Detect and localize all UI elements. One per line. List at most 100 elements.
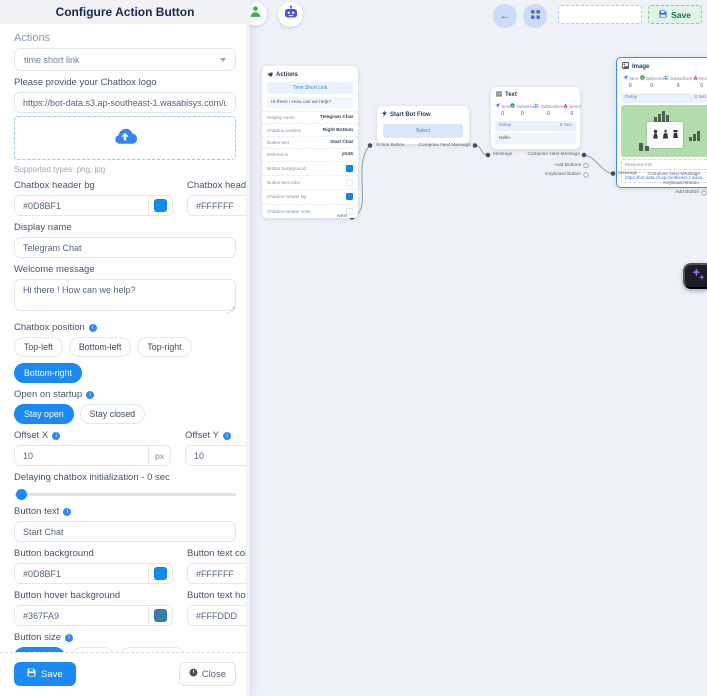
chatbox-position-label: Chatbox position bbox=[14, 322, 85, 334]
delay-slider[interactable] bbox=[14, 488, 236, 500]
button-bg-label: Button background bbox=[14, 548, 173, 560]
send-icon bbox=[623, 75, 628, 81]
startup-options: Stay open Stay closed bbox=[14, 404, 236, 424]
flow-title-input[interactable] bbox=[558, 5, 642, 24]
bot-button[interactable] bbox=[278, 2, 303, 27]
slider-thumb[interactable] bbox=[16, 489, 27, 500]
button-bg-swatch[interactable] bbox=[148, 564, 172, 583]
offset-y-group: px bbox=[185, 445, 250, 466]
position-option-bottom-right[interactable]: Bottom-right bbox=[14, 363, 82, 383]
offset-x-label: Offset X bbox=[14, 430, 48, 442]
grid-view-button[interactable] bbox=[523, 4, 547, 28]
flow-save-button[interactable]: Save bbox=[648, 5, 702, 24]
node-start-bot-flow[interactable]: Start Bot Flow Select bbox=[377, 106, 469, 144]
in-port-message: Message bbox=[618, 171, 637, 176]
ai-assistant-button[interactable] bbox=[683, 263, 707, 289]
grid-icon bbox=[531, 10, 540, 22]
button-bg-group bbox=[14, 563, 173, 584]
welcome-message-textarea[interactable]: Hi there ! How can we help? bbox=[14, 279, 236, 311]
connector-dot-text-compose[interactable] bbox=[582, 153, 587, 158]
header-bg-group bbox=[14, 195, 173, 216]
send-icon bbox=[495, 103, 500, 109]
logo-url-input[interactable] bbox=[14, 92, 236, 113]
connector-dot-keyboard-button[interactable] bbox=[584, 173, 588, 177]
connector-dot-image-add[interactable] bbox=[702, 191, 706, 195]
info-icon bbox=[89, 324, 97, 332]
out-port-keyboard: Keyboard Button bbox=[545, 172, 581, 177]
button-text-input[interactable] bbox=[14, 521, 236, 542]
button-size-label: Button size bbox=[14, 632, 61, 644]
select-flow-button[interactable]: Select bbox=[383, 124, 463, 138]
position-option-bottom-left[interactable]: Bottom-left bbox=[69, 337, 132, 357]
node-title: Start Bot Flow bbox=[390, 112, 431, 118]
users-icon bbox=[534, 103, 539, 109]
color-swatch bbox=[346, 208, 353, 215]
node-row: Chatbox positionRight Bottom bbox=[262, 123, 358, 135]
in-port-message: Message bbox=[493, 152, 512, 157]
action-select-value: time short link bbox=[24, 55, 80, 65]
illustration-card bbox=[647, 122, 683, 148]
out-port-next[interactable]: Next bbox=[325, 214, 347, 219]
slider-track[interactable] bbox=[14, 493, 236, 496]
position-option-top-left[interactable]: Top-left bbox=[14, 337, 63, 357]
position-option-top-right[interactable]: Top-right bbox=[137, 337, 191, 357]
node-row: Button textStart Chat bbox=[262, 136, 358, 148]
connector-dot-text-message[interactable] bbox=[486, 153, 491, 158]
delay-row[interactable]: Delay 0 Sec bbox=[495, 121, 576, 131]
panel-scrollbar[interactable] bbox=[246, 24, 250, 696]
display-name-input[interactable] bbox=[14, 237, 236, 258]
node-row: Display nameTelegram Chat bbox=[262, 111, 358, 123]
connector-dot-start-compose[interactable] bbox=[473, 143, 478, 148]
logo-upload-dropzone[interactable] bbox=[14, 116, 236, 160]
close-button[interactable]: Close bbox=[179, 662, 236, 686]
delay-row[interactable]: Delay 0 Sec bbox=[621, 93, 707, 103]
action-select[interactable]: time short link bbox=[14, 48, 236, 71]
arrow-left-icon: ← bbox=[500, 10, 511, 22]
node-row: Button background bbox=[262, 161, 358, 175]
button-text-color-input[interactable] bbox=[188, 564, 250, 583]
header-color-label: Chatbox header color bbox=[187, 180, 250, 192]
channel-button[interactable] bbox=[250, 2, 267, 26]
illustration-bars bbox=[639, 143, 649, 151]
node-image[interactable]: Image Sent0 Delivered0 Subscribers0 Erro… bbox=[616, 57, 707, 188]
startup-option-stay-open[interactable]: Stay open bbox=[14, 404, 74, 424]
connector-dot-image-message[interactable] bbox=[611, 171, 616, 176]
undo-button[interactable]: ← bbox=[493, 4, 517, 28]
image-icon bbox=[622, 62, 629, 71]
robot-icon bbox=[283, 5, 299, 24]
cloud-upload-icon bbox=[113, 127, 137, 149]
hover-text-color-group bbox=[187, 605, 250, 626]
hover-text-color-input[interactable] bbox=[188, 606, 250, 625]
header-bg-input[interactable] bbox=[15, 196, 148, 215]
sparkles-icon bbox=[692, 268, 705, 284]
header-bg-swatch[interactable] bbox=[148, 196, 172, 215]
offset-y-input[interactable] bbox=[186, 446, 250, 465]
startup-option-stay-closed[interactable]: Stay closed bbox=[80, 404, 145, 424]
color-swatch bbox=[346, 179, 353, 186]
save-button[interactable]: Save bbox=[14, 662, 76, 686]
connector-dot-add-buttons[interactable] bbox=[584, 163, 588, 167]
node-text[interactable]: Text Sent0 Delivered0 Subscribers0 Error… bbox=[491, 87, 580, 149]
page-title: Configure Action Button bbox=[0, 0, 250, 24]
node-row: Chatbox header bg bbox=[262, 189, 358, 203]
bolt-icon bbox=[382, 110, 387, 119]
action-type-chip[interactable]: Time Short Link bbox=[267, 82, 353, 94]
floppy-icon bbox=[659, 10, 667, 20]
offset-x-unit: px bbox=[148, 446, 170, 465]
hover-bg-swatch[interactable] bbox=[148, 606, 172, 625]
in-port-action-button: Action Button bbox=[376, 143, 405, 148]
info-icon bbox=[86, 391, 94, 399]
users-icon bbox=[664, 75, 669, 81]
header-color-input[interactable] bbox=[188, 196, 250, 215]
flow-canvas[interactable]: ← Save Actions Time Short Link Hi there … bbox=[250, 0, 707, 696]
offset-x-input[interactable] bbox=[15, 446, 148, 465]
connector-dot-action-button[interactable] bbox=[368, 143, 373, 148]
out-port-keyboard: Keyboard Button bbox=[663, 181, 699, 186]
panel-footer: Save Close bbox=[0, 652, 250, 696]
hover-bg-input[interactable] bbox=[15, 606, 148, 625]
out-port-add-buttons: Add Buttons bbox=[555, 163, 581, 168]
image-preview[interactable] bbox=[621, 105, 707, 157]
button-bg-input[interactable] bbox=[15, 564, 148, 583]
node-actions[interactable]: Actions Time Short Link Hi there ! How c… bbox=[262, 66, 358, 218]
text-content-preview[interactable]: Hello bbox=[495, 133, 576, 144]
